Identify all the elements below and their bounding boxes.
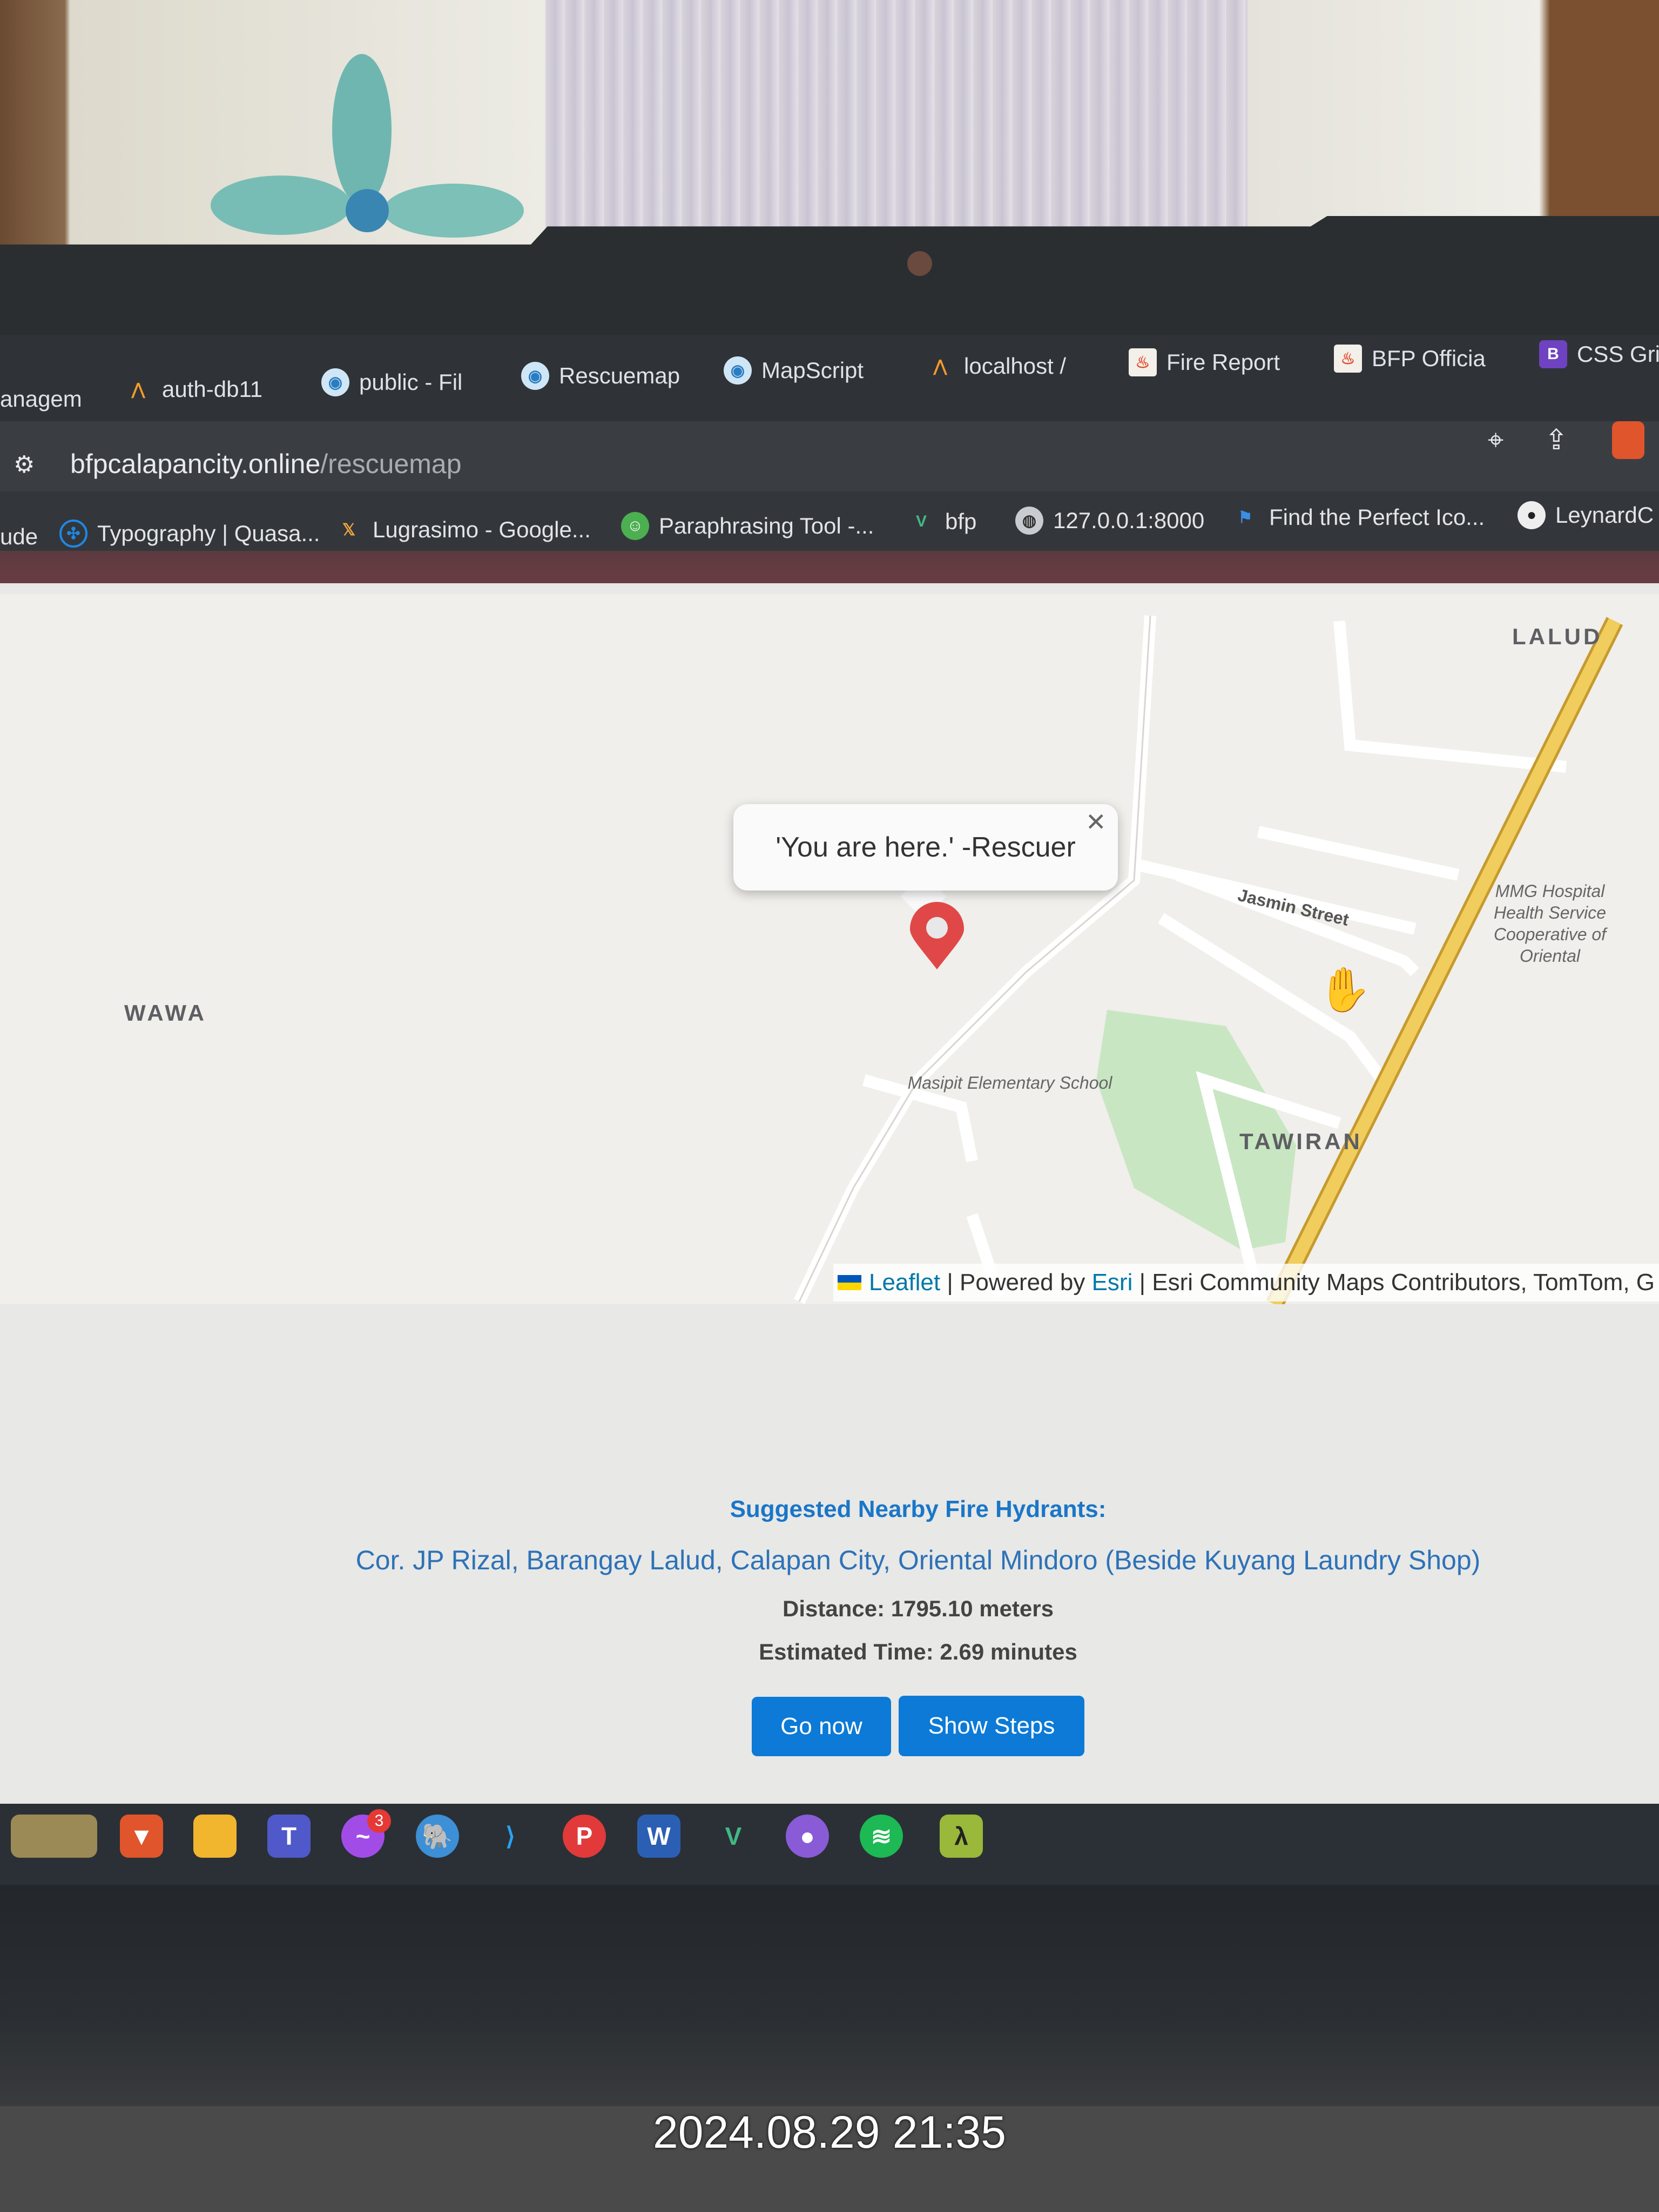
map-attribution: Leaflet | Powered by Esri | Esri Communi… — [833, 1264, 1659, 1301]
github-desktop-icon[interactable]: ● — [786, 1815, 829, 1858]
photo-timestamp: 2024.08.29 21:35 — [653, 2107, 1006, 2157]
word-icon[interactable]: W — [637, 1815, 680, 1858]
globe-icon: ◉ — [724, 356, 752, 385]
site-settings-icon[interactable]: ⚙ — [14, 451, 35, 478]
pinterest-icon[interactable]: P — [563, 1815, 606, 1858]
location-marker-icon[interactable] — [907, 902, 967, 972]
bootstrap-icon: B — [1539, 340, 1567, 368]
tab[interactable]: ⋀ auth-db11 — [124, 375, 262, 403]
hand-cursor-icon: ✋ — [1318, 967, 1366, 1014]
codeigniter-icon: ♨ — [1129, 348, 1157, 376]
bookmark[interactable]: ◍ 127.0.0.1:8000 — [1015, 507, 1204, 535]
hydrant-heading: Suggested Nearby Fire Hydrants: — [730, 1496, 1107, 1522]
globe-icon: ◍ — [1015, 507, 1043, 535]
map-label-wawa: WAWA — [124, 1000, 207, 1026]
bookmark[interactable]: ✣ Typography | Quasa... — [59, 520, 320, 548]
widgets-icon[interactable] — [11, 1815, 97, 1858]
spotify-icon[interactable]: ≋ — [860, 1815, 903, 1858]
taskbar — [0, 1804, 1659, 1885]
tab-bar: anagem ⋀ auth-db11 ◉ public - Fil ◉ Rescuem… — [0, 335, 1659, 421]
vue-icon: V — [915, 512, 927, 530]
file-explorer-icon[interactable] — [193, 1815, 237, 1858]
tab[interactable]: anagem — [0, 386, 82, 412]
road — [1257, 826, 1460, 881]
bookmark[interactable]: ⚑ Find the Perfect Ico... — [1231, 503, 1485, 531]
share-icon[interactable]: ⇪ — [1545, 424, 1568, 456]
postgres-icon[interactable]: 🐘 — [416, 1815, 459, 1858]
location-icon[interactable]: ⌖ — [1488, 424, 1503, 457]
google-fonts-icon: 𝕏 — [342, 521, 356, 539]
github-icon: ● — [1518, 501, 1546, 529]
phpmyadmin-icon: ⋀ — [933, 357, 947, 375]
esri-link[interactable]: Esri — [1092, 1269, 1133, 1296]
bookmarks-bar: ude ✣ Typography | Quasa... 𝕏 Lugrasimo - … — [0, 491, 1659, 556]
tab[interactable]: ◉ MapScript — [724, 356, 864, 385]
fan-decoration — [211, 54, 524, 238]
poi-school[interactable]: Masipit Elementary School — [907, 1072, 1112, 1094]
address-bar[interactable]: ⚙ bfpcalapancity.online/rescuemap ⌖ ⇪ — [0, 421, 1659, 497]
go-now-button[interactable]: Go now — [752, 1697, 891, 1756]
globe-icon: ◉ — [521, 362, 549, 390]
leaflet-link[interactable]: Leaflet — [869, 1269, 940, 1296]
notification-badge: 3 — [367, 1809, 391, 1833]
brave-shield-icon[interactable] — [1612, 421, 1644, 459]
bookmark[interactable]: Vbfp — [907, 508, 976, 536]
codeigniter-icon: ♨ — [1334, 345, 1362, 373]
curtain — [545, 0, 1247, 232]
map-view[interactable]: LALUD WAWA TAWIRAN Jasmin Street Masipit… — [0, 594, 1659, 1304]
show-steps-button[interactable]: Show Steps — [899, 1696, 1084, 1756]
flag-icon: ⚑ — [1238, 508, 1253, 527]
quasar-icon: ✣ — [59, 520, 87, 548]
webcam — [907, 251, 932, 276]
bookmark[interactable]: 𝕏 Lugrasimo - Google... — [335, 516, 591, 544]
laptop-bezel-bottom — [0, 1885, 1659, 2112]
hydrant-address[interactable]: Cor. JP Rizal, Barangay Lalud, Calapan C… — [0, 1545, 1659, 1576]
phpmyadmin-icon: ⋀ — [131, 380, 145, 399]
map-label-lalud: LALUD — [1512, 624, 1603, 649]
tab[interactable]: ♨ BFP Officia — [1334, 345, 1486, 373]
bookmark[interactable]: ● LeynardC — [1518, 501, 1654, 529]
lambda-app-icon[interactable]: λ — [940, 1815, 983, 1858]
bookmark[interactable]: ude — [0, 524, 38, 550]
ukraine-flag-icon — [837, 1275, 861, 1290]
tab[interactable]: ♨ Fire Report — [1129, 348, 1280, 376]
tab[interactable]: ◉ Rescuemap — [521, 362, 680, 390]
tab[interactable]: ⋀ localhost / — [926, 352, 1066, 380]
attribution-powered-by: | Powered by — [947, 1269, 1085, 1296]
hydrant-time: Estimated Time: 2.69 minutes — [759, 1639, 1077, 1664]
svg-text:✋: ✋ — [1318, 967, 1366, 1014]
tab[interactable]: ◉ public - Fil — [321, 368, 462, 396]
teams-icon[interactable]: T — [267, 1815, 311, 1858]
vscode-icon[interactable]: ⟩ — [489, 1815, 532, 1858]
tab[interactable]: B CSS Gri — [1539, 340, 1659, 368]
url-text[interactable]: bfpcalapancity.online/rescuemap — [70, 448, 462, 480]
hydrant-distance: Distance: 1795.10 meters — [783, 1596, 1054, 1621]
globe-icon: ◉ — [321, 368, 349, 396]
vue-icon[interactable]: V — [712, 1815, 755, 1858]
road — [794, 615, 1156, 1304]
map-label-tawiran: TAWIRAN — [1239, 1129, 1363, 1154]
popup-close-icon[interactable]: ✕ — [1085, 807, 1107, 837]
attribution-contributors: | Esri Community Maps Contributors, TomT… — [1139, 1269, 1655, 1296]
poi-hospital[interactable]: MMG Hospital Health Service Cooperative … — [1469, 880, 1631, 967]
bookmark[interactable]: ☺ Paraphrasing Tool -... — [621, 512, 874, 540]
brave-icon[interactable]: ▼ — [120, 1815, 163, 1858]
map-popup: 'You are here.' -Rescuer — [733, 804, 1118, 891]
map-tiles — [794, 615, 1623, 1304]
robot-icon: ☺ — [621, 512, 649, 540]
